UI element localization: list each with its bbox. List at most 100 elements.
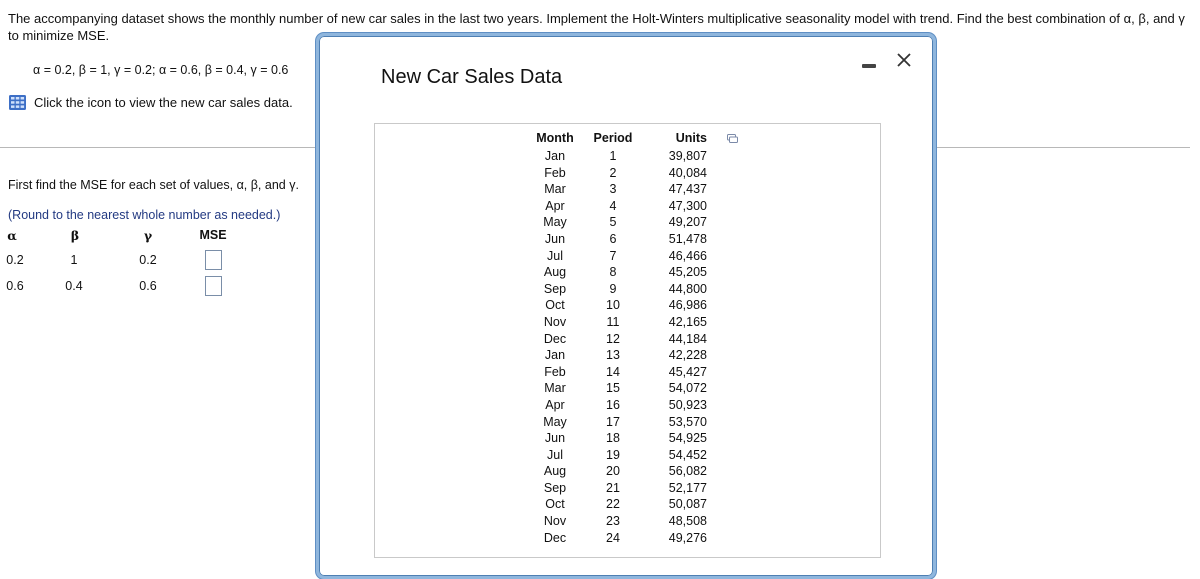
period-cell: 2: [609, 165, 617, 180]
period-cell: 13: [606, 348, 620, 363]
month-cell: Apr: [545, 198, 565, 213]
gamma-value: 0.2: [139, 253, 157, 267]
period-cell: 1: [609, 149, 617, 163]
month-cell: Sep: [543, 281, 567, 296]
mse-input-1[interactable]: [205, 250, 222, 270]
period-cell: 22: [606, 497, 620, 512]
month-cell: Feb: [544, 364, 566, 379]
units-cell: 46,986: [668, 298, 707, 313]
month-cell: Mar: [544, 381, 566, 396]
units-cell: 47,300: [668, 198, 707, 213]
beta-value: 1: [70, 253, 78, 267]
month-cell: Oct: [545, 298, 565, 313]
data-table-frame: Month Jan Feb Mar Apr May Jun Jul Aug Sep Oct Nov D…: [374, 123, 881, 558]
period-cell: 3: [609, 182, 617, 197]
period-cell: 15: [606, 381, 620, 396]
period-cell: 10: [606, 298, 620, 313]
units-cell: 42,228: [668, 348, 707, 363]
units-cell: 39,807: [668, 149, 707, 163]
period-cell: 21: [606, 480, 620, 495]
month-cell: May: [543, 414, 567, 429]
parameter-sets: α = 0.2, β = 1, γ = 0.2; α = 0.6, β = 0.…: [33, 63, 289, 77]
header-beta: β: [70, 228, 80, 243]
units-cell: 45,427: [668, 364, 707, 379]
data-popup-window: New Car Sales Data Month Jan Feb Mar Apr May…: [316, 33, 936, 579]
period-cell: 7: [609, 248, 617, 263]
units-cell: 49,207: [668, 215, 707, 230]
units-cell: 50,087: [668, 497, 707, 512]
alpha-value: 0.6: [6, 279, 24, 293]
units-cell: 54,925: [668, 431, 707, 446]
header-month: Month: [536, 131, 574, 145]
header-period: Period: [593, 131, 633, 145]
month-cell: Jan: [544, 348, 566, 363]
units-cell: 56,082: [668, 464, 707, 479]
period-cell: 6: [609, 231, 617, 246]
mse-input-2[interactable]: [205, 276, 222, 296]
units-cell: 46,466: [668, 248, 707, 263]
units-cell: 53,570: [668, 414, 707, 429]
table-grid-icon[interactable]: [9, 95, 26, 110]
units-cell: 40,084: [668, 165, 707, 180]
period-cell: 19: [606, 447, 620, 462]
month-cell: Oct: [545, 497, 565, 512]
header-alpha: α: [7, 228, 17, 243]
view-data-link[interactable]: Click the icon to view the new car sales…: [9, 95, 293, 110]
units-cell: 44,184: [668, 331, 707, 346]
header-units: Units: [675, 131, 707, 145]
month-cell: Dec: [543, 530, 567, 545]
gamma-value: 0.6: [139, 279, 157, 293]
period-cell: 16: [606, 397, 620, 412]
units-cell: 42,165: [668, 314, 707, 329]
header-gamma: γ: [143, 228, 153, 243]
period-cell: 4: [609, 198, 617, 213]
month-cell: Jun: [544, 231, 566, 246]
period-cell: 24: [606, 530, 620, 545]
month-cell: Nov: [543, 514, 567, 529]
units-cell: 51,478: [668, 231, 707, 246]
period-cell: 23: [606, 514, 620, 529]
period-cell: 8: [609, 265, 617, 280]
minimize-icon[interactable]: [862, 64, 876, 68]
month-cell: Jan: [544, 149, 566, 163]
period-cell: 18: [606, 431, 620, 446]
period-cell: 20: [606, 464, 620, 479]
close-icon[interactable]: [894, 50, 914, 70]
period-column: Period 1 2 3 4 5 6 7 8 9 10 11 12 13 14 15 16 17 18 19 20 21…: [588, 130, 638, 546]
beta-value: 0.4: [65, 279, 83, 293]
month-cell: Jul: [547, 447, 563, 462]
month-cell: May: [543, 215, 567, 230]
copy-icon[interactable]: [727, 134, 738, 143]
period-cell: 11: [606, 314, 620, 329]
units-cell: 50,923: [668, 397, 707, 412]
month-cell: Jun: [544, 431, 566, 446]
units-cell: 52,177: [668, 480, 707, 495]
month-cell: Aug: [543, 265, 567, 280]
month-cell: Feb: [544, 165, 566, 180]
mse-prompt: First find the MSE for each set of value…: [8, 178, 299, 192]
header-mse: MSE: [199, 228, 227, 242]
period-cell: 9: [609, 281, 617, 296]
month-cell: Mar: [544, 182, 566, 197]
view-data-label[interactable]: Click the icon to view the new car sales…: [34, 95, 293, 110]
rounding-note: (Round to the nearest whole number as ne…: [8, 208, 281, 222]
month-cell: Dec: [543, 331, 567, 346]
month-cell: Jul: [547, 248, 563, 263]
units-cell: 44,800: [668, 281, 707, 296]
month-cell: Nov: [543, 314, 567, 329]
period-cell: 5: [609, 215, 617, 230]
period-cell: 12: [606, 331, 620, 346]
popup-title: New Car Sales Data: [381, 66, 563, 88]
month-column: Month Jan Feb Mar Apr May Jun Jul Aug Sep Oct Nov D…: [530, 130, 580, 546]
units-cell: 54,452: [668, 447, 707, 462]
month-cell: Sep: [543, 480, 567, 495]
month-cell: Aug: [543, 464, 567, 479]
units-cell: 49,276: [668, 530, 707, 545]
month-cell: Apr: [545, 397, 565, 412]
period-cell: 14: [606, 364, 620, 379]
units-cell: 54,072: [668, 381, 707, 396]
units-cell: 48,508: [668, 514, 707, 529]
units-cell: 45,205: [668, 265, 707, 280]
units-cell: 47,437: [668, 182, 707, 197]
alpha-value: 0.2: [6, 253, 24, 267]
